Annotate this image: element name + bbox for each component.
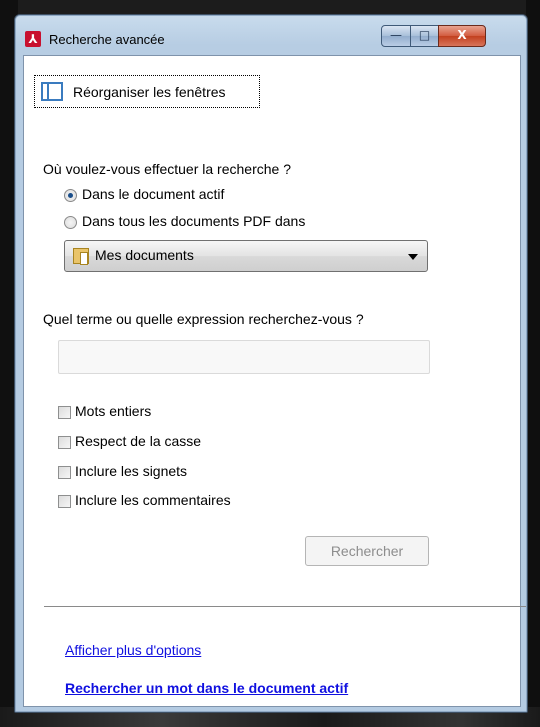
backdrop-right [526, 0, 540, 727]
radio-current-document[interactable] [64, 189, 77, 202]
whole-words-label[interactable]: Mots entiers [75, 403, 151, 419]
search-button[interactable]: Rechercher [305, 536, 429, 566]
radio-all-pdf-documents[interactable] [64, 216, 77, 229]
radio-all-pdf-documents-label[interactable]: Dans tous les documents PDF dans [82, 213, 305, 229]
whole-words-checkbox[interactable] [58, 406, 71, 419]
folder-icon [73, 248, 89, 265]
search-word-link[interactable]: Rechercher un mot dans le document actif [65, 680, 348, 696]
divider [44, 606, 526, 607]
acrobat-icon: ⅄ [25, 31, 41, 47]
maximize-button[interactable]: □ [410, 25, 439, 47]
folder-dropdown[interactable]: Mes documents [64, 240, 428, 272]
advanced-search-window: ⅄ Recherche avancée — □ X Réorganiser le… [14, 14, 528, 713]
reorganize-windows-label: Réorganiser les fenêtres [73, 84, 226, 100]
include-bookmarks-label[interactable]: Inclure les signets [75, 463, 187, 479]
search-location-question: Où voulez-vous effectuer la recherche ? [43, 161, 291, 177]
radio-current-document-label[interactable]: Dans le document actif [82, 186, 224, 202]
close-button[interactable]: X [438, 25, 486, 47]
search-term-input[interactable] [58, 340, 430, 374]
window-title: Recherche avancée [49, 32, 165, 47]
include-comments-label[interactable]: Inclure les commentaires [75, 492, 231, 508]
include-comments-checkbox[interactable] [58, 495, 71, 508]
folder-dropdown-value: Mes documents [95, 247, 194, 263]
match-case-label[interactable]: Respect de la casse [75, 433, 201, 449]
chevron-down-icon [408, 254, 418, 260]
match-case-checkbox[interactable] [58, 436, 71, 449]
more-options-link[interactable]: Afficher plus d'options [65, 642, 201, 658]
dialog-content: Réorganiser les fenêtres Où voulez-vous … [23, 55, 526, 707]
minimize-button[interactable]: — [381, 25, 411, 47]
include-bookmarks-checkbox[interactable] [58, 466, 71, 479]
reorganize-windows-button[interactable]: Réorganiser les fenêtres [34, 75, 260, 108]
search-term-question: Quel terme ou quelle expression recherch… [43, 311, 364, 327]
window-panes-icon [41, 82, 63, 101]
title-bar[interactable]: ⅄ Recherche avancée — □ X [15, 15, 527, 55]
